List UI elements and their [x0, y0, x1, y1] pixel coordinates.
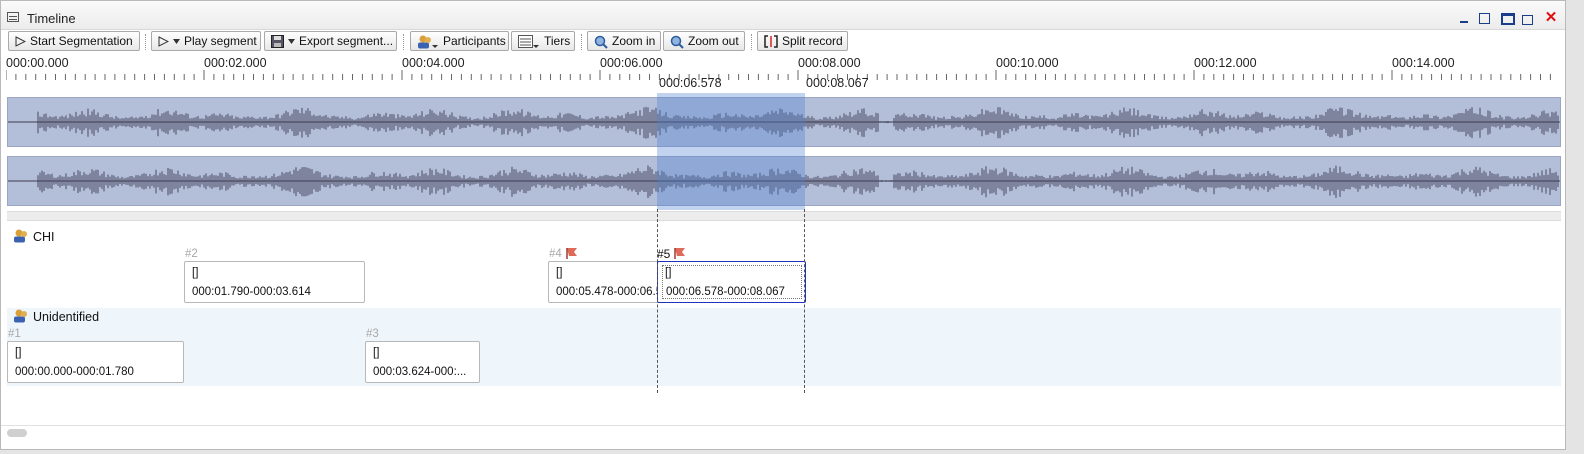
dropdown-arrow-icon: [288, 39, 295, 45]
participant-icon: [14, 309, 27, 323]
tier-label-unidentified[interactable]: Unidentified: [33, 310, 99, 324]
segment-text: []: [556, 267, 563, 279]
tiers-label: Tiers: [544, 34, 571, 48]
tier-label-chi[interactable]: CHI: [33, 230, 55, 244]
ruler-tick-label: 000:00.000: [6, 56, 69, 70]
restore-icon[interactable]: [1522, 15, 1533, 25]
segment-text: []: [373, 347, 380, 359]
split-record-label: Split record: [782, 34, 843, 48]
segment-number: #2: [185, 248, 198, 260]
unidentified-tier-background: [7, 308, 1561, 386]
ruler-tick-label: 000:04.000: [402, 56, 465, 70]
segment-number: #4: [549, 248, 562, 260]
flag-icon: [674, 248, 685, 259]
title-bar[interactable]: Timeline ✕: [1, 1, 1565, 30]
external-window-icon[interactable]: [1479, 13, 1490, 24]
scroll-track-border: [1, 425, 1565, 426]
play-icon: [158, 36, 169, 48]
selection-end-label: 000:08.067: [806, 76, 869, 90]
play-icon: [15, 36, 26, 48]
toolbar-separator: [581, 34, 583, 50]
toolbar-separator: [751, 34, 753, 50]
segment-time: 000:00.000-000:01.780: [15, 366, 134, 378]
segment-record[interactable]: [] 000:00.000-000:01.780: [7, 341, 184, 383]
toolbar-separator: [403, 34, 405, 50]
participant-icon: [14, 229, 27, 243]
horizontal-scrollbar[interactable]: [7, 429, 27, 437]
timeline-window-icon: [7, 12, 19, 22]
segment-number: #1: [8, 328, 21, 340]
splitter[interactable]: [7, 211, 1561, 221]
segment-time: 000:01.790-000:03.614: [192, 286, 311, 298]
segment-record[interactable]: [] 000:03.624-000:...: [365, 341, 480, 383]
ruler-tick-label: 000:14.000: [1392, 56, 1455, 70]
window-title: Timeline: [27, 11, 76, 26]
segment-text: []: [192, 267, 199, 279]
segment-time: 000:03.624-000:...: [373, 366, 467, 378]
zoom-in-button[interactable]: Zoom in: [587, 31, 661, 51]
split-record-icon: [764, 35, 778, 49]
ruler-tick-label: 000:12.000: [1194, 56, 1257, 70]
play-segment-label: Play segment: [184, 34, 257, 48]
ruler-tick-label: 000:10.000: [996, 56, 1059, 70]
toolbar-separator: [145, 34, 147, 50]
focus-outline: [662, 265, 802, 299]
zoom-in-icon: [594, 35, 608, 49]
zoom-out-icon: [670, 35, 684, 49]
export-segment-button[interactable]: Export segment...: [264, 31, 397, 51]
start-segmentation-button[interactable]: Start Segmentation: [8, 31, 140, 51]
dropdown-arrow-icon: [173, 39, 180, 45]
minimize-icon[interactable]: [1457, 12, 1471, 26]
time-selection[interactable]: [657, 93, 805, 210]
play-segment-button[interactable]: Play segment: [151, 31, 261, 51]
ruler-tick-label: 000:08.000: [798, 56, 861, 70]
ruler-tick-label: 000:02.000: [204, 56, 267, 70]
save-icon: [271, 35, 284, 49]
tiers-icon: [518, 34, 539, 48]
segment-time: 000:05.478-000:06.578: [556, 286, 666, 298]
close-icon[interactable]: ✕: [1544, 10, 1558, 25]
segment-number: #3: [366, 328, 379, 340]
selection-start-marker[interactable]: [657, 209, 658, 393]
zoom-out-label: Zoom out: [688, 34, 739, 48]
zoom-in-label: Zoom in: [612, 34, 656, 48]
participants-button[interactable]: Participants: [410, 31, 509, 51]
flag-icon: [566, 248, 577, 259]
toolbar: Start Segmentation Play segment Export s…: [1, 30, 1565, 53]
participants-icon: [418, 35, 438, 49]
time-ruler[interactable]: 000:00.000 000:02.000 000:04.000 000:06.…: [6, 56, 1562, 94]
split-record-button[interactable]: Split record: [757, 31, 848, 51]
segment-text: []: [15, 347, 22, 359]
start-segmentation-label: Start Segmentation: [30, 34, 133, 48]
selection-start-label: 000:06.578: [659, 76, 722, 90]
zoom-out-button[interactable]: Zoom out: [663, 31, 745, 51]
maximize-icon[interactable]: [1501, 13, 1515, 25]
ruler-ticks: [6, 70, 1551, 80]
selected-segment-record[interactable]: [] 000:06.578-000:08.067: [657, 261, 806, 303]
segment-number: #5: [657, 247, 671, 261]
participants-label: Participants: [443, 34, 506, 48]
tiers-button[interactable]: Tiers: [511, 31, 575, 51]
ruler-tick-label: 000:06.000: [600, 56, 663, 70]
selection-end-marker[interactable]: [804, 209, 805, 393]
segment-record[interactable]: [] 000:01.790-000:03.614: [184, 261, 365, 303]
export-segment-label: Export segment...: [299, 34, 394, 48]
timeline-window: Timeline ✕ Start Segmentation Play segme…: [0, 0, 1566, 450]
segment-record[interactable]: [] 000:05.478-000:06.578: [548, 261, 666, 303]
